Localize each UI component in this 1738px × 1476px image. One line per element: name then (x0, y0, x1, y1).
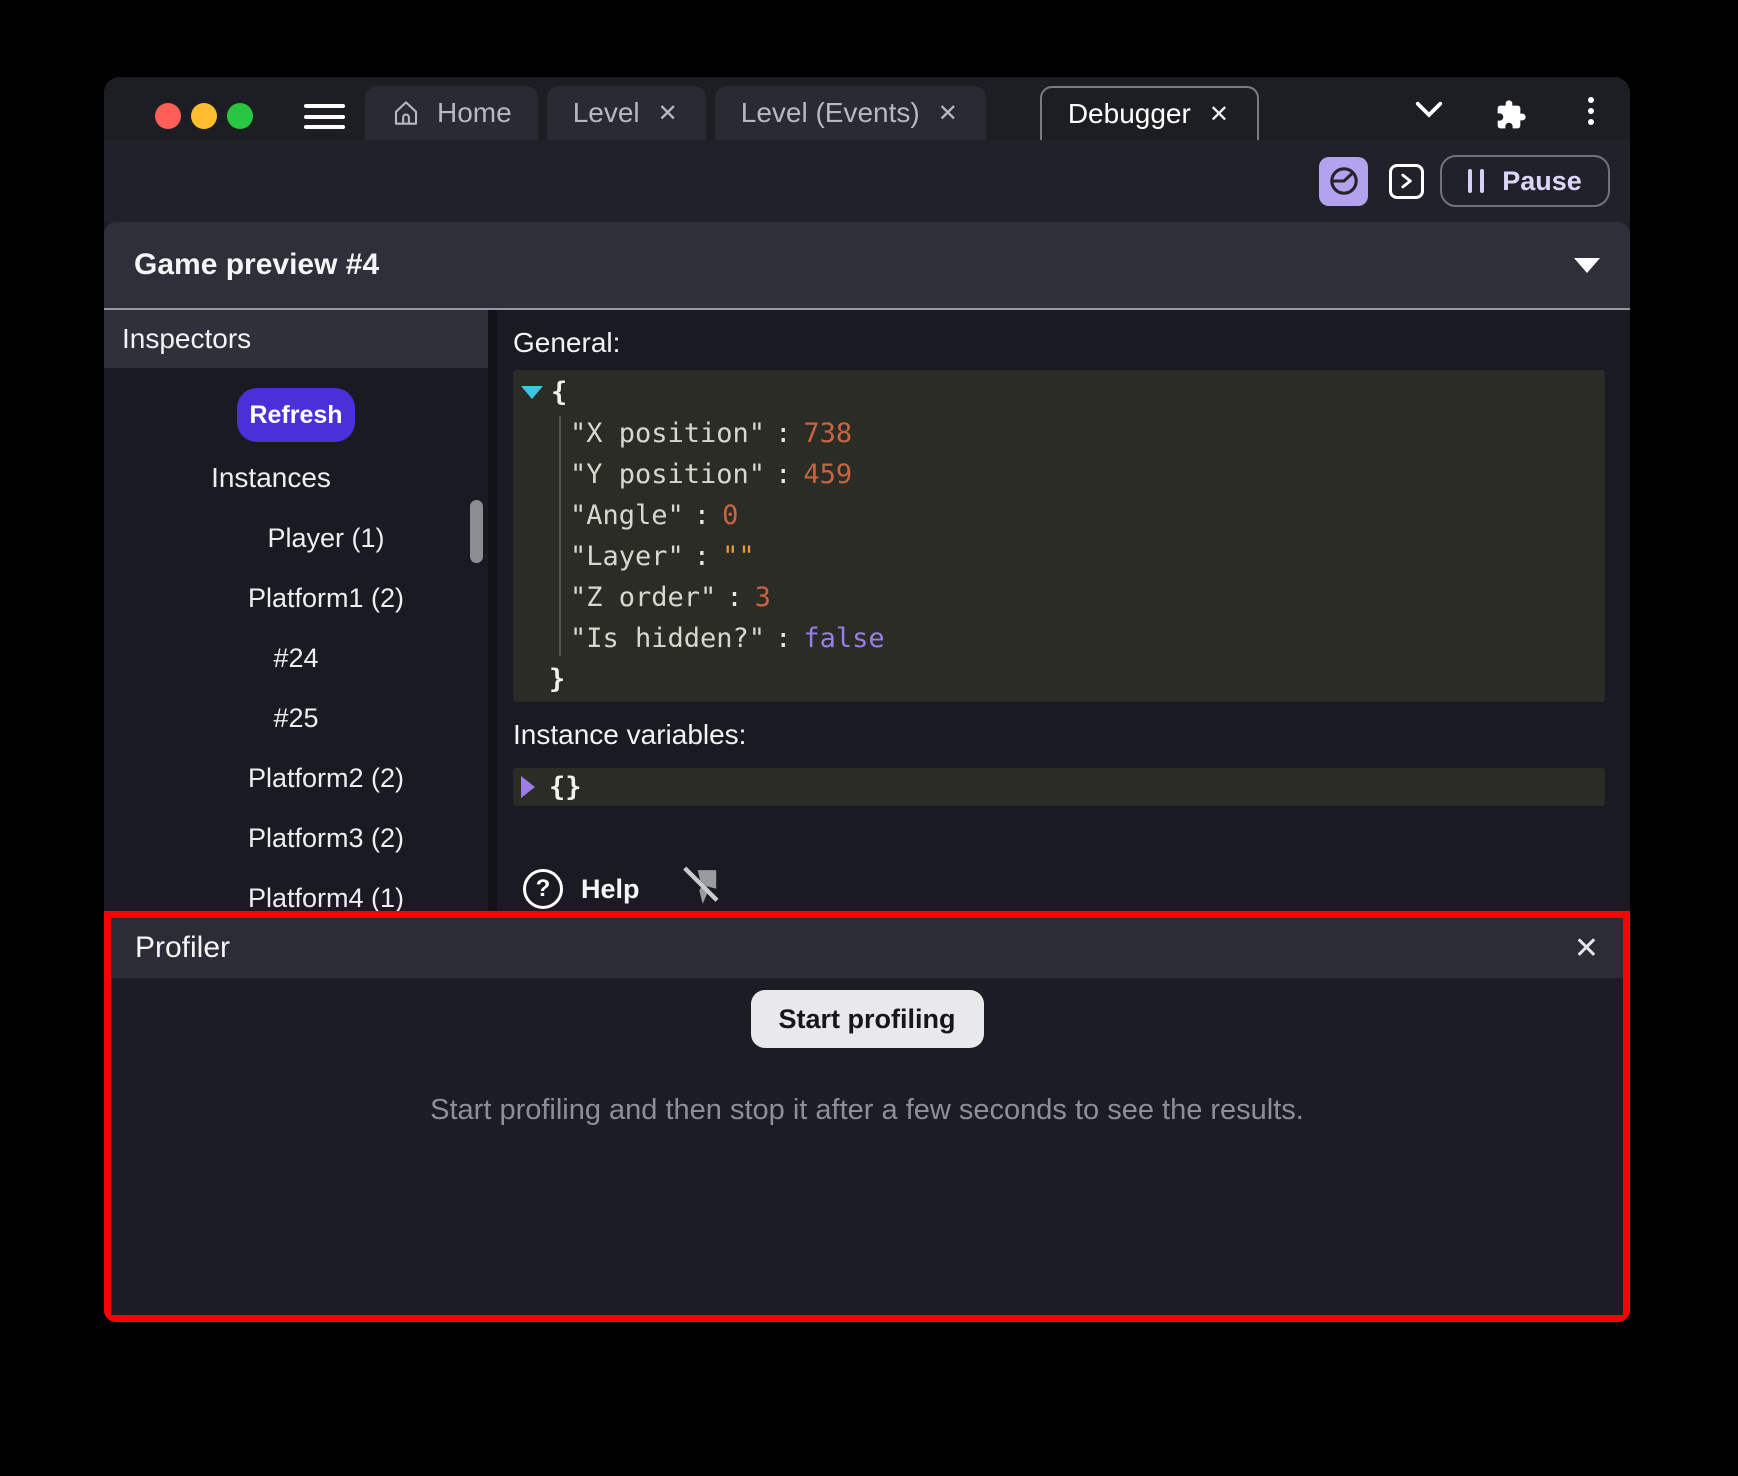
game-preview-selector[interactable]: Game preview #4 (104, 222, 1630, 310)
start-profiling-button[interactable]: Start profiling (751, 990, 984, 1048)
screenshot-stage: Home Level ✕ Level (Events) ✕ Debugger ✕ (0, 0, 1738, 1476)
instances-list: Player (1) Platform1 (2) #24 #25 Platfor… (104, 508, 488, 911)
json-row-x-position: "X position" : 738 (513, 413, 1605, 454)
json-row-z-order: "Z order" : 3 (513, 577, 1605, 618)
refresh-button[interactable]: Refresh (237, 388, 355, 442)
sidebar-item-player[interactable]: Player (1) (104, 508, 488, 568)
sidebar-item-instances[interactable]: Instances (104, 458, 488, 498)
kebab-menu-icon[interactable] (1588, 97, 1594, 125)
zoom-window-button[interactable] (227, 103, 253, 129)
instance-variables-tree: {} (513, 768, 1605, 806)
collapse-triangle-icon[interactable] (521, 386, 543, 399)
json-value: "" (722, 541, 755, 572)
tree-guide-line (559, 416, 561, 656)
sidebar-divider (488, 310, 497, 911)
tab-label: Home (437, 97, 512, 129)
json-value: 738 (803, 418, 852, 449)
sidebar-item-platform3[interactable]: Platform3 (2) (104, 808, 488, 868)
profiler-panel: Profiler ✕ Start profiling Start profili… (104, 911, 1630, 1322)
sidebar-item-instance-24[interactable]: #24 (104, 628, 488, 688)
profiler-header: Profiler ✕ (111, 918, 1623, 978)
profiler-gauge-icon[interactable] (1319, 157, 1368, 206)
caret-down-icon (1574, 258, 1600, 273)
unpin-icon[interactable] (680, 865, 722, 912)
help-label: Help (581, 874, 640, 905)
pause-button[interactable]: Pause (1440, 155, 1610, 207)
debugger-toolbar: Pause (104, 140, 1630, 222)
home-icon (391, 98, 421, 128)
pause-icon (1468, 169, 1484, 193)
json-row-y-position: "Y position" : 459 (513, 454, 1605, 495)
tab-strip: Home Level ✕ Level (Events) ✕ Debugger ✕ (365, 86, 1268, 140)
close-window-button[interactable] (155, 103, 181, 129)
profiler-title: Profiler (135, 931, 230, 965)
close-icon[interactable]: ✕ (1574, 931, 1599, 966)
pause-label: Pause (1502, 166, 1582, 197)
sidebar-item-instance-25[interactable]: #25 (104, 688, 488, 748)
chevron-down-icon[interactable] (1414, 99, 1444, 126)
close-tab-icon[interactable]: ✕ (936, 99, 960, 128)
inspectors-header: Inspectors (104, 310, 488, 368)
inspector-detail-panel: General: { "X position" : 738 "Y positio… (497, 310, 1630, 911)
json-value: 459 (803, 459, 852, 490)
json-row-is-hidden: "Is hidden?" : false (513, 618, 1605, 659)
json-row-layer: "Layer" : "" (513, 536, 1605, 577)
instance-variables-label: Instance variables: (513, 716, 1605, 754)
minimize-window-button[interactable] (191, 103, 217, 129)
profiler-hint-text: Start profiling and then stop it after a… (430, 1094, 1304, 1127)
empty-object: {} (549, 772, 582, 803)
help-row: ? Help (513, 866, 1605, 911)
open-brace: { (551, 377, 567, 408)
tab-home[interactable]: Home (365, 86, 538, 140)
json-value: 0 (722, 500, 738, 531)
sidebar-item-platform1[interactable]: Platform1 (2) (104, 568, 488, 628)
json-value: 3 (755, 582, 771, 613)
tab-level[interactable]: Level ✕ (547, 86, 706, 140)
general-section-label: General: (513, 324, 1605, 362)
sidebar-item-platform4[interactable]: Platform4 (1) (104, 868, 488, 911)
profiler-body: Start profiling Start profiling and then… (111, 978, 1623, 1315)
sidebar-item-platform2[interactable]: Platform2 (2) (104, 748, 488, 808)
extensions-puzzle-icon[interactable] (1495, 99, 1527, 136)
tab-level-events[interactable]: Level (Events) ✕ (715, 86, 986, 140)
close-tab-icon[interactable]: ✕ (656, 99, 680, 128)
general-json-tree: { "X position" : 738 "Y position" : 459 … (513, 370, 1605, 702)
sidebar-scrollbar-thumb[interactable] (470, 500, 483, 563)
close-tab-icon[interactable]: ✕ (1207, 100, 1231, 129)
close-brace: } (549, 664, 565, 695)
game-preview-title: Game preview #4 (134, 248, 379, 282)
tab-label: Level (Events) (741, 97, 920, 129)
tab-label: Level (573, 97, 640, 129)
hamburger-menu-icon[interactable] (304, 104, 345, 129)
inspectors-sidebar: Inspectors Refresh Instances Player (1) … (104, 310, 488, 911)
console-icon[interactable] (1389, 164, 1424, 199)
question-mark-icon: ? (523, 869, 563, 909)
app-window: Home Level ✕ Level (Events) ✕ Debugger ✕ (104, 77, 1630, 1322)
expand-triangle-icon[interactable] (521, 776, 535, 798)
json-value: false (803, 623, 884, 654)
tab-label: Debugger (1068, 98, 1191, 130)
tab-debugger[interactable]: Debugger ✕ (1040, 86, 1259, 140)
json-row-angle: "Angle" : 0 (513, 495, 1605, 536)
tab-bar: Home Level ✕ Level (Events) ✕ Debugger ✕ (104, 77, 1630, 140)
debugger-content: Inspectors Refresh Instances Player (1) … (104, 310, 1630, 911)
help-button[interactable]: ? Help (523, 869, 640, 909)
window-controls (155, 103, 253, 129)
